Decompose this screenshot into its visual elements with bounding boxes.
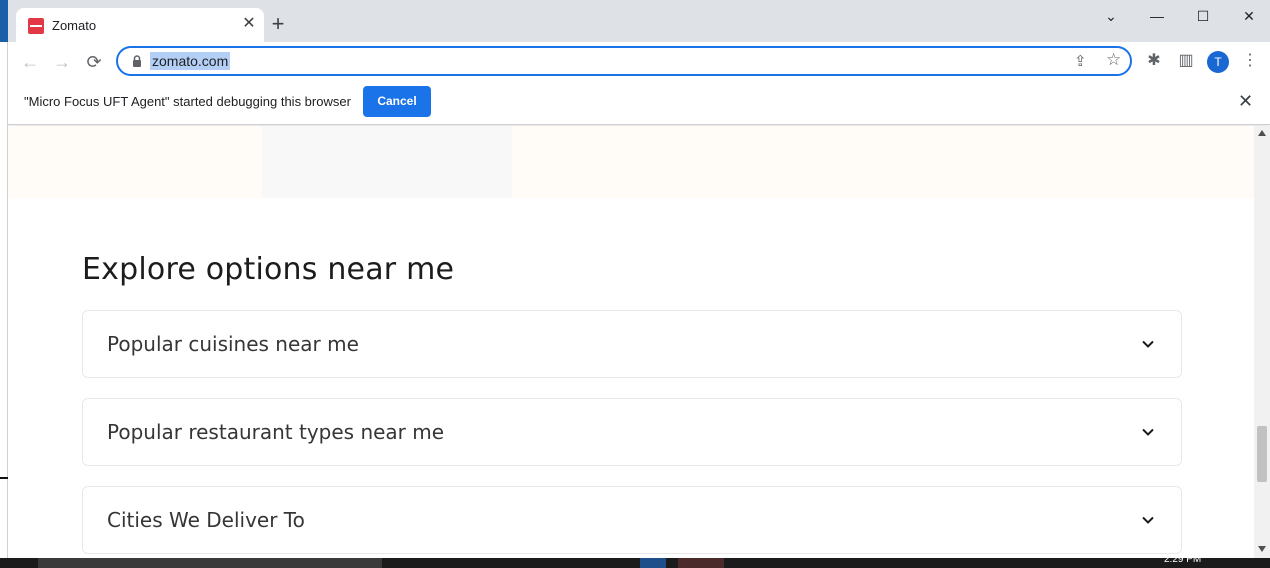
previous-section-band <box>8 126 1254 198</box>
chevron-down-icon[interactable] <box>1141 337 1155 351</box>
toolbar: ← → ⟳ zomato.com ⇪ ☆ ✱ ▥ ⋮ <box>8 42 1270 80</box>
infobar-message: "Micro Focus UFT Agent" started debuggin… <box>24 94 351 109</box>
url-text[interactable]: zomato.com <box>150 52 231 70</box>
tab-title: Zomato <box>52 18 97 33</box>
tab-search-icon[interactable]: ⌄ <box>1088 4 1134 28</box>
chevron-down-icon[interactable] <box>1141 425 1155 439</box>
accordion-restaurant-types[interactable]: Popular restaurant types near me <box>82 398 1182 466</box>
accordion-cities[interactable]: Cities We Deliver To <box>82 486 1182 554</box>
new-tab-button[interactable]: + <box>266 13 290 37</box>
accordion-label: Cities We Deliver To <box>107 508 305 532</box>
scroll-thumb[interactable] <box>1257 426 1267 482</box>
taskbar: 2:29 PM <box>0 554 1270 568</box>
taskbar-clock: 2:29 PM <box>1164 554 1202 565</box>
infobar-close-icon[interactable]: ✕ <box>1238 91 1253 112</box>
back-icon[interactable]: ← <box>16 48 44 76</box>
menu-kebab-icon[interactable]: ⋮ <box>1239 50 1261 72</box>
accordion-popular-cuisines[interactable]: Popular cuisines near me <box>82 310 1182 378</box>
taskbar-app[interactable] <box>640 558 666 568</box>
minimize-button[interactable]: — <box>1134 4 1180 28</box>
chevron-down-icon[interactable] <box>1141 513 1155 527</box>
screen: Zomato ✕ + ⌄ — ☐ ✕ ← → ⟳ zomato.com ⇪ ☆ … <box>0 0 1270 568</box>
share-icon[interactable]: ⇪ <box>1074 52 1087 70</box>
placeholder-card <box>262 126 512 198</box>
cancel-debug-button[interactable]: Cancel <box>363 86 431 117</box>
taskbar-app[interactable] <box>678 558 724 568</box>
accordion-label: Popular restaurant types near me <box>107 420 445 444</box>
address-bar[interactable]: zomato.com ⇪ ☆ <box>116 46 1132 76</box>
zomato-favicon-icon <box>28 18 44 34</box>
browser-window: Zomato ✕ + ⌄ — ☐ ✕ ← → ⟳ zomato.com ⇪ ☆ … <box>8 0 1270 558</box>
scroll-down-icon[interactable] <box>1258 546 1266 552</box>
maximize-button[interactable]: ☐ <box>1180 4 1226 28</box>
section-title: Explore options near me <box>82 252 455 287</box>
forward-icon[interactable]: → <box>48 48 76 76</box>
tab-close-icon[interactable]: ✕ <box>240 15 258 33</box>
reload-icon[interactable]: ⟳ <box>80 48 108 76</box>
profile-avatar[interactable]: T <box>1207 51 1229 73</box>
extensions-icon[interactable]: ✱ <box>1143 50 1165 72</box>
page-viewport: Explore options near me Popular cuisines… <box>8 126 1254 558</box>
bookmark-star-icon[interactable]: ☆ <box>1106 50 1121 70</box>
taskbar-search[interactable] <box>38 558 382 568</box>
tab-zomato[interactable]: Zomato ✕ <box>16 8 264 42</box>
tab-strip: Zomato ✕ + ⌄ — ☐ ✕ <box>8 0 1270 42</box>
side-panel-icon[interactable]: ▥ <box>1175 50 1197 72</box>
close-window-button[interactable]: ✕ <box>1226 4 1270 28</box>
accordion-label: Popular cuisines near me <box>107 332 359 356</box>
background-window-edge <box>0 0 8 568</box>
page-scrollbar[interactable] <box>1254 126 1270 558</box>
scroll-up-icon[interactable] <box>1258 130 1266 136</box>
lock-icon <box>133 55 141 67</box>
debug-infobar: "Micro Focus UFT Agent" started debuggin… <box>8 80 1270 125</box>
